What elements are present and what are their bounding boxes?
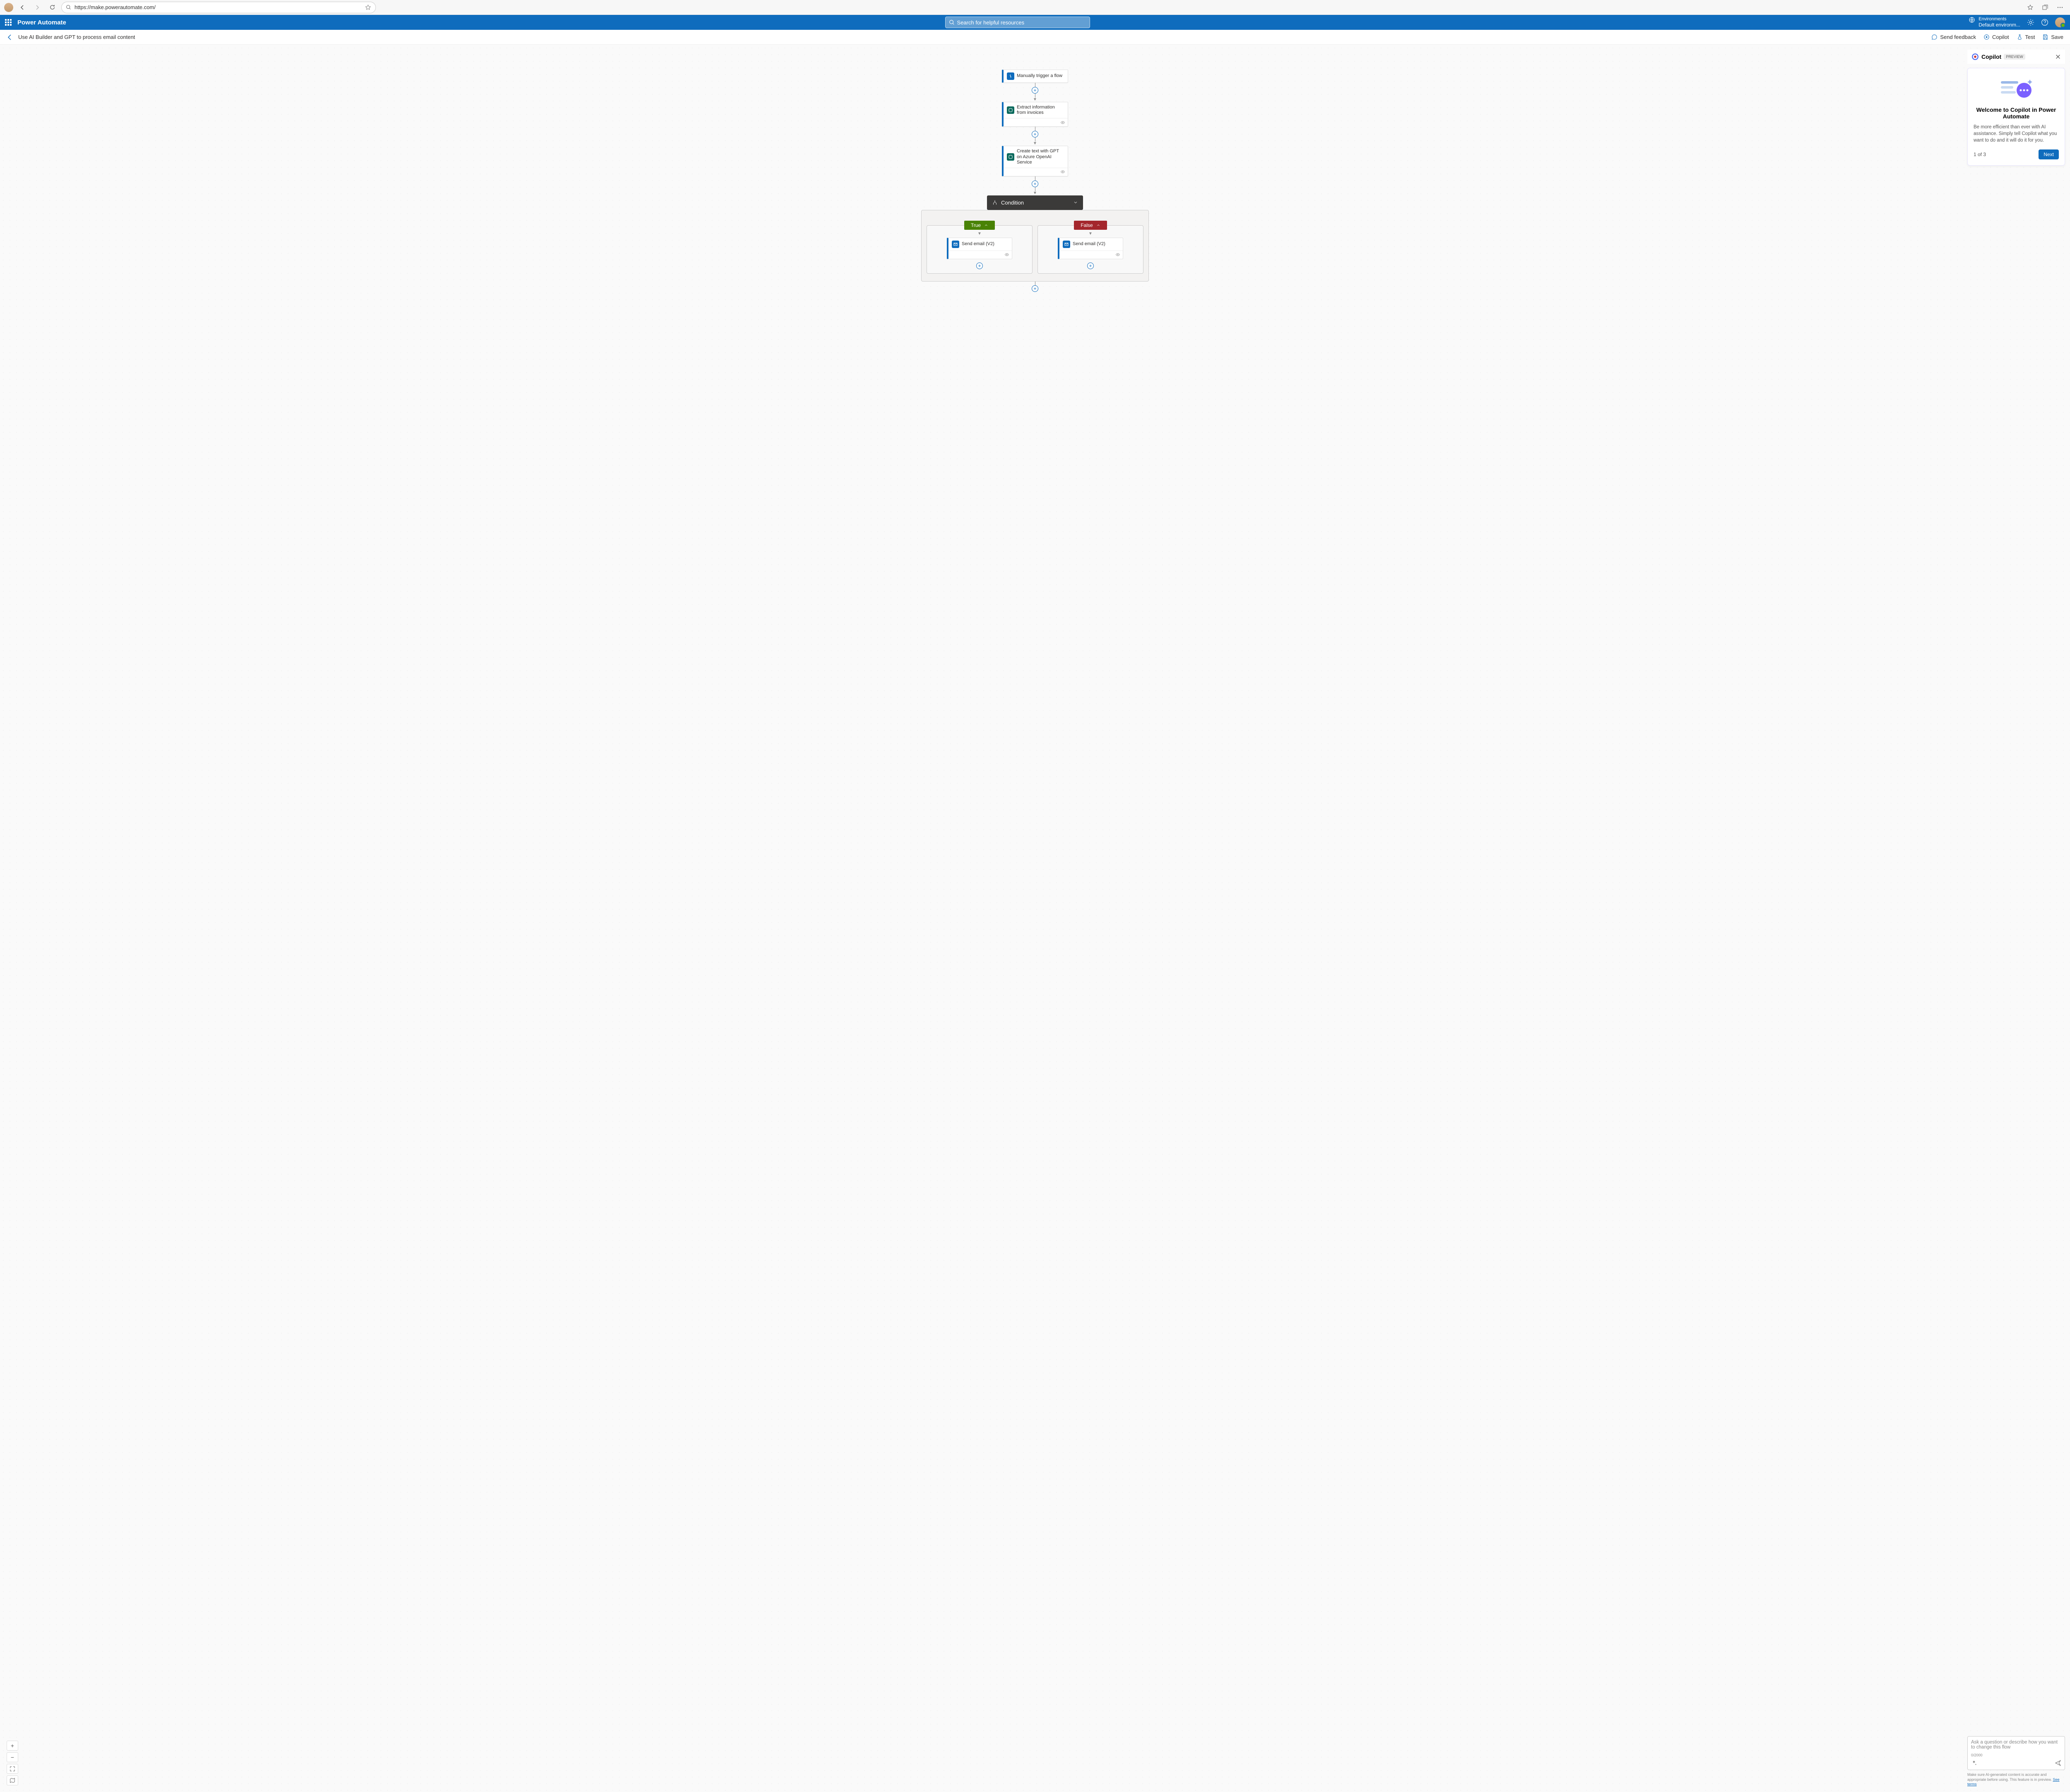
test-button[interactable]: Test [2017,34,2035,40]
search-placeholder: Search for helpful resources [957,19,1025,26]
zoom-out-button[interactable]: − [7,1752,18,1762]
condition-icon [992,200,998,205]
zoom-controls: + − [7,1741,18,1785]
true-label[interactable]: True [964,221,995,230]
designer-canvas[interactable]: Manually trigger a flow +▼ Extract infor… [0,45,2070,1792]
add-step-button[interactable]: + [976,263,983,269]
back-arrow-icon[interactable] [7,34,13,41]
browser-chrome: https://make.powerautomate.com/ [0,0,2070,15]
help-icon[interactable] [2041,19,2048,26]
view-icon[interactable] [1115,252,1120,257]
condition-container: True ▼ Send email (V2) + [921,210,1149,282]
environment-icon [1969,17,1975,23]
more-icon[interactable] [2054,2,2066,13]
copilot-logo-icon [1971,53,1979,60]
feedback-icon [1931,34,1938,40]
chevron-up-icon [1096,223,1100,227]
condition-card[interactable]: Condition [987,195,1083,210]
char-counter: 0/2000 [1971,1753,2061,1757]
preview-badge: PREVIEW [2004,54,2025,60]
trigger-icon [1007,72,1014,80]
ai-icon [1007,106,1014,114]
fit-screen-button[interactable] [7,1764,18,1774]
save-icon [2042,34,2048,40]
copilot-welcome-title: Welcome to Copilot in Power Automate [1974,106,2059,120]
add-step-button[interactable]: + [1032,285,1038,292]
profile-avatar[interactable] [4,3,13,12]
view-icon[interactable] [1060,120,1065,125]
forward-icon[interactable] [31,2,43,13]
url-text: https://make.powerautomate.com/ [75,4,361,10]
flow-card-gpt[interactable]: Create text with GPT on Azure OpenAI Ser… [1002,146,1068,176]
star-outline-icon[interactable] [365,4,371,11]
flask-icon [2017,34,2023,40]
sparkle-icon[interactable] [1971,1760,1977,1766]
true-branch: True ▼ Send email (V2) + [927,225,1033,274]
copilot-input-area: Ask a question or describe how you want … [1967,1736,2065,1787]
minimap-button[interactable] [7,1775,18,1785]
url-bar[interactable]: https://make.powerautomate.com/ [61,2,376,13]
save-button[interactable]: Save [2042,34,2063,40]
copilot-welcome-card: Welcome to Copilot in Power Automate Be … [1967,68,2065,166]
copilot-welcome-body: Be more efficient than ever with AI assi… [1974,124,2059,144]
refresh-icon[interactable] [46,2,58,13]
view-icon[interactable] [1004,252,1009,257]
ai-icon [1007,153,1014,161]
copilot-placeholder: Ask a question or describe how you want … [1971,1740,2061,1752]
copilot-icon [1983,34,1990,40]
add-step-button[interactable]: + [1032,87,1038,94]
search-icon [949,19,955,25]
add-step-button[interactable]: + [1032,131,1038,137]
add-step-button[interactable]: + [1087,263,1094,269]
env-label: Environments [1979,17,2020,22]
flow-card-email-true[interactable]: Send email (V2) [947,238,1012,259]
copilot-step-indicator: 1 of 3 [1974,152,1986,157]
header-search[interactable]: Search for helpful resources [945,17,1090,28]
chevron-up-icon [984,223,988,227]
send-feedback-button[interactable]: Send feedback [1931,34,1976,40]
false-label[interactable]: False [1074,221,1107,230]
user-avatar[interactable] [2055,17,2065,27]
flow-card-email-false[interactable]: Send email (V2) [1058,238,1123,259]
collections-icon[interactable] [2039,2,2051,13]
outlook-icon [952,241,959,248]
app-name[interactable]: Power Automate [17,19,66,26]
add-step-button[interactable]: + [1032,181,1038,187]
favorites-icon[interactable] [2024,2,2036,13]
zoom-in-button[interactable]: + [7,1741,18,1751]
close-icon[interactable] [2055,54,2061,60]
flow-card-trigger[interactable]: Manually trigger a flow [1002,70,1068,83]
flow-title: Use AI Builder and GPT to process email … [18,34,135,40]
copilot-illustration [1974,74,2059,103]
flow-card-extract[interactable]: Extract information from invoices [1002,102,1068,127]
false-branch: False ▼ Send email (V2) + [1037,225,1143,274]
copilot-button[interactable]: Copilot [1983,34,2009,40]
env-name: Default environm... [1979,22,2020,28]
chevron-down-icon [1073,200,1078,205]
send-icon[interactable] [2055,1760,2061,1766]
view-icon[interactable] [1060,169,1065,174]
copilot-input[interactable]: Ask a question or describe how you want … [1967,1736,2065,1770]
settings-icon[interactable] [2027,19,2034,26]
search-icon [66,5,71,10]
back-icon[interactable] [17,2,28,13]
copilot-panel: Copilot PREVIEW Welcome to Copilot in Po… [1967,50,2065,166]
environment-picker[interactable]: Environments Default environm... [1969,17,2020,28]
outlook-icon [1063,241,1070,248]
app-header: Power Automate Search for helpful resour… [0,15,2070,30]
copilot-title: Copilot [1981,53,2001,60]
copilot-next-button[interactable]: Next [2039,149,2059,159]
copilot-disclaimer: Make sure AI-generated content is accura… [1967,1773,2065,1787]
app-launcher-icon[interactable] [5,19,12,26]
flow-toolbar: Use AI Builder and GPT to process email … [0,30,2070,45]
